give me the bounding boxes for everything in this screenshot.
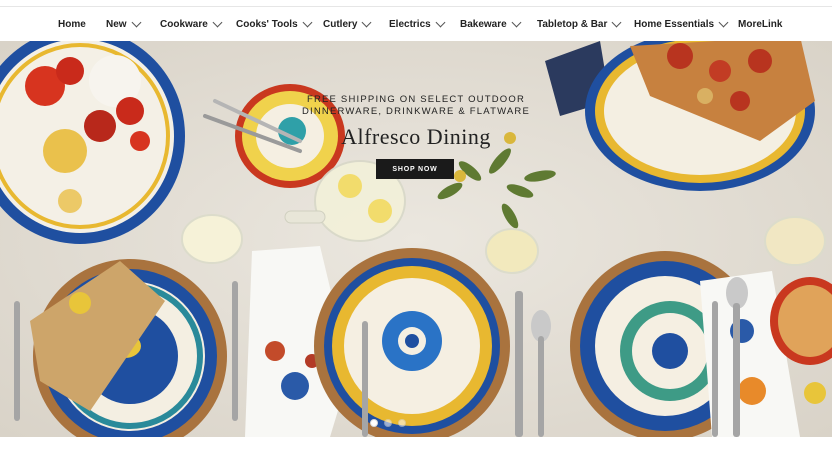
nav-electrics[interactable]: Electrics	[389, 8, 446, 40]
nav-bakeware-label: Bakeware	[460, 18, 507, 30]
hero-title: Alfresco Dining	[341, 124, 491, 149]
chevron-down-icon	[511, 17, 522, 28]
top-border	[0, 0, 832, 7]
chevron-down-icon	[611, 17, 622, 28]
white-wine-glass	[485, 228, 539, 274]
nav-electrics-label: Electrics	[389, 18, 431, 30]
chevron-down-icon	[362, 17, 372, 28]
carousel-dot[interactable]	[384, 419, 392, 427]
chevron-down-icon	[131, 17, 142, 28]
carousel-dot[interactable]	[398, 419, 406, 427]
carousel-dots	[370, 419, 406, 427]
nav-home[interactable]: Home	[58, 8, 86, 40]
shipping-line-1: FREE SHIPPING ON SELECT OUTDOOR	[306, 94, 526, 105]
nav-cutlery[interactable]: Cutlery	[323, 8, 372, 40]
below-hero-area	[0, 437, 832, 468]
main-navigation: Home New Cookware Cooks' Tools Cutlery E…	[0, 8, 832, 40]
nav-tabletop-bar[interactable]: Tabletop & Bar	[537, 8, 622, 40]
shipping-line-2: DINNERWARE, DRINKWARE & FLATWARE	[301, 106, 531, 117]
chevron-down-icon	[302, 17, 313, 28]
nav-cooks-tools[interactable]: Cooks' Tools	[236, 8, 313, 40]
nav-new-label: New	[106, 18, 127, 30]
nav-home-essentials[interactable]: Home Essentials	[634, 8, 729, 40]
nav-more-link[interactable]: MoreLink	[738, 8, 782, 40]
lemonade-glass	[181, 214, 243, 264]
nav-home-essentials-label: Home Essentials	[634, 18, 715, 30]
nav-more-link-label: MoreLink	[738, 18, 783, 30]
nav-home-label: Home	[58, 18, 86, 30]
white-wine-glass-right	[764, 216, 826, 266]
nav-new[interactable]: New	[106, 8, 142, 40]
promo-text: FREE SHIPPING ON SELECT OUTDOOR DINNERWA…	[0, 94, 832, 150]
nav-tabletop-bar-label: Tabletop & Bar	[537, 18, 608, 30]
nav-cookware[interactable]: Cookware	[160, 8, 223, 40]
nav-bakeware[interactable]: Bakeware	[460, 8, 522, 40]
nav-cutlery-label: Cutlery	[323, 18, 358, 30]
nav-cookware-label: Cookware	[160, 18, 208, 30]
shop-now-button[interactable]: SHOP NOW	[376, 159, 454, 179]
chevron-down-icon	[718, 17, 729, 28]
carousel-dot[interactable]	[370, 419, 378, 427]
nav-cooks-tools-label: Cooks' Tools	[236, 18, 298, 30]
chevron-down-icon	[435, 17, 446, 28]
chevron-down-icon	[212, 17, 223, 28]
hero-banner[interactable]: FREE SHIPPING ON SELECT OUTDOOR DINNERWA…	[0, 41, 832, 437]
